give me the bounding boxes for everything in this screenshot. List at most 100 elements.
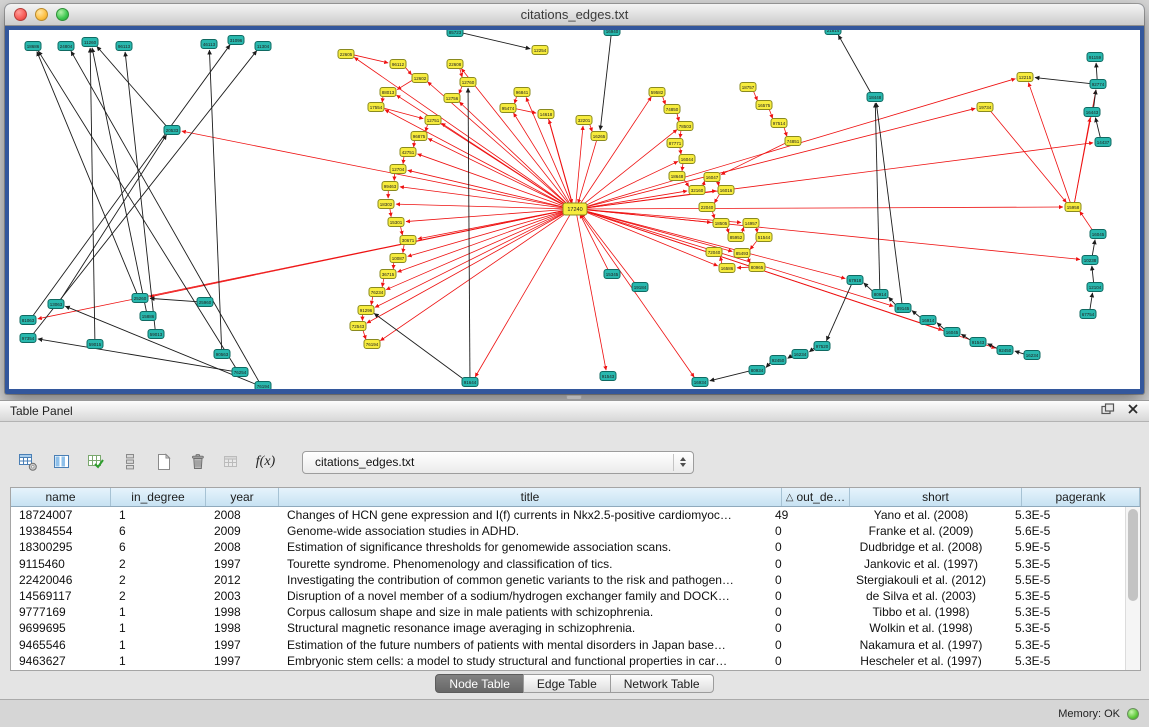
scrollbar-thumb[interactable]: [1128, 509, 1138, 601]
table-row[interactable]: 946554611997Estimation of the future num…: [11, 637, 1125, 653]
rows-icon[interactable]: [116, 449, 143, 475]
table-row[interactable]: 969969511998Structural magnetic resonanc…: [11, 620, 1125, 636]
network-node[interactable]: 92450: [997, 346, 1013, 355]
function-builder-icon[interactable]: f(x): [252, 449, 279, 475]
network-node[interactable]: 76254: [232, 368, 248, 377]
network-node[interactable]: 91159: [1087, 53, 1103, 62]
network-node[interactable]: 92450: [770, 356, 786, 365]
table-vertical-scrollbar[interactable]: [1125, 507, 1140, 670]
network-node[interactable]: 15345: [604, 270, 620, 279]
network-node[interactable]: 18757: [740, 83, 756, 92]
network-node[interactable]: 92774: [1090, 80, 1106, 89]
network-node[interactable]: 16016: [718, 186, 734, 195]
network-node[interactable]: 16045: [1090, 230, 1106, 239]
network-node[interactable]: 91296: [358, 306, 374, 315]
table-row[interactable]: 946362711997Embryonic stem cells: a mode…: [11, 653, 1125, 669]
network-node[interactable]: 59015: [87, 340, 103, 349]
network-node[interactable]: 67754: [1080, 310, 1096, 319]
network-node[interactable]: 12760: [460, 78, 476, 87]
column-header-pagerank[interactable]: pagerank: [1022, 488, 1140, 506]
minimize-window-button[interactable]: [35, 8, 48, 21]
network-node[interactable]: 22605: [338, 50, 354, 59]
network-node[interactable]: 22608: [447, 60, 463, 69]
network-node[interactable]: 16940: [604, 30, 620, 36]
network-node[interactable]: 97520: [814, 342, 830, 351]
network-node[interactable]: 12602: [412, 74, 428, 83]
network-node[interactable]: 14437: [1095, 138, 1111, 147]
network-node[interactable]: 25960: [197, 298, 213, 307]
column-header-in_degree[interactable]: in_degree: [111, 488, 206, 506]
table-row[interactable]: 1872400712008Changes of HCN gene express…: [11, 507, 1125, 523]
new-document-icon[interactable]: [150, 449, 177, 475]
network-node[interactable]: 16575: [756, 101, 772, 110]
network-node[interactable]: 12704: [390, 165, 406, 174]
float-panel-icon[interactable]: [1101, 402, 1115, 420]
network-node[interactable]: 88013: [380, 88, 396, 97]
network-node[interactable]: 91543: [600, 372, 616, 381]
network-node[interactable]: 16047: [704, 173, 720, 182]
network-node[interactable]: 25260: [132, 294, 148, 303]
network-node[interactable]: 18648: [669, 172, 685, 181]
table-row[interactable]: 911546021997Tourette syndrome. Phenomeno…: [11, 556, 1125, 572]
network-node[interactable]: 32201: [576, 116, 592, 125]
network-node[interactable]: 99463: [382, 182, 398, 191]
network-node[interactable]: 13063: [48, 300, 64, 309]
network-node[interactable]: 17554: [368, 103, 384, 112]
window-titlebar[interactable]: citations_edges.txt: [5, 4, 1144, 26]
table-row[interactable]: 1938455462009Genome-wide association stu…: [11, 523, 1125, 539]
network-node[interactable]: 16234: [792, 350, 808, 359]
network-node[interactable]: 16234: [1024, 351, 1040, 360]
column-header-year[interactable]: year: [206, 488, 279, 506]
network-node[interactable]: 12756: [444, 94, 460, 103]
table-row[interactable]: 2242004622012Investigating the contribut…: [11, 572, 1125, 588]
network-node[interactable]: 16586: [719, 264, 735, 273]
network-node[interactable]: 90563: [214, 350, 230, 359]
network-node[interactable]: 85723: [447, 30, 463, 37]
network-node[interactable]: 91644: [462, 378, 478, 387]
network-node-hub[interactable]: 17240: [563, 203, 587, 215]
network-node[interactable]: 74850: [664, 105, 680, 114]
network-node[interactable]: 72040: [706, 248, 722, 257]
network-node[interactable]: 97514: [771, 119, 787, 128]
network-node[interactable]: 11304: [255, 42, 271, 51]
network-node[interactable]: 76234: [369, 288, 385, 297]
network-node[interactable]: 96113: [116, 42, 132, 51]
network-node[interactable]: 31096: [228, 36, 244, 45]
network-node[interactable]: 12215: [1017, 73, 1033, 82]
network-node[interactable]: 18448: [867, 93, 883, 102]
delete-icon[interactable]: [184, 449, 211, 475]
table-row[interactable]: 1456911722003Disruption of a novel membe…: [11, 588, 1125, 604]
network-node[interactable]: 12254: [532, 46, 548, 55]
network-node[interactable]: 16934: [692, 378, 708, 387]
network-node[interactable]: 32160: [689, 186, 705, 195]
network-node[interactable]: 10087: [390, 254, 406, 263]
column-header-title[interactable]: title: [279, 488, 782, 506]
network-node[interactable]: 11260: [82, 38, 98, 47]
network-node[interactable]: 20533: [164, 126, 180, 135]
network-node[interactable]: 96875: [411, 132, 427, 141]
network-node[interactable]: 74851: [785, 137, 801, 146]
tab-edge-table[interactable]: Edge Table: [523, 674, 611, 693]
network-node[interactable]: 21814: [825, 30, 841, 35]
network-node[interactable]: 85493: [734, 249, 750, 258]
network-node[interactable]: 15886: [140, 312, 156, 321]
network-node[interactable]: 78503: [677, 122, 693, 131]
network-node[interactable]: 72543: [350, 322, 366, 331]
network-node[interactable]: 85952: [728, 233, 744, 242]
network-node[interactable]: 24804: [58, 42, 74, 51]
network-node[interactable]: 80965: [749, 263, 765, 272]
zoom-window-button[interactable]: [56, 8, 69, 21]
network-node[interactable]: 16443: [1084, 108, 1100, 117]
table-settings-icon[interactable]: [14, 449, 41, 475]
network-node[interactable]: 96112: [390, 60, 406, 69]
network-node[interactable]: 89145: [895, 304, 911, 313]
table-row[interactable]: 1830029562008Estimation of significance …: [11, 539, 1125, 555]
network-node[interactable]: 76194: [364, 340, 380, 349]
network-node[interactable]: 80914: [872, 290, 888, 299]
network-node[interactable]: 42751: [400, 148, 416, 157]
network-node[interactable]: 87771: [667, 139, 683, 148]
network-node[interactable]: 16045: [944, 328, 960, 337]
network-node[interactable]: 12104: [1087, 283, 1103, 292]
network-node[interactable]: 18505: [713, 219, 729, 228]
import-table-icon[interactable]: [218, 449, 245, 475]
